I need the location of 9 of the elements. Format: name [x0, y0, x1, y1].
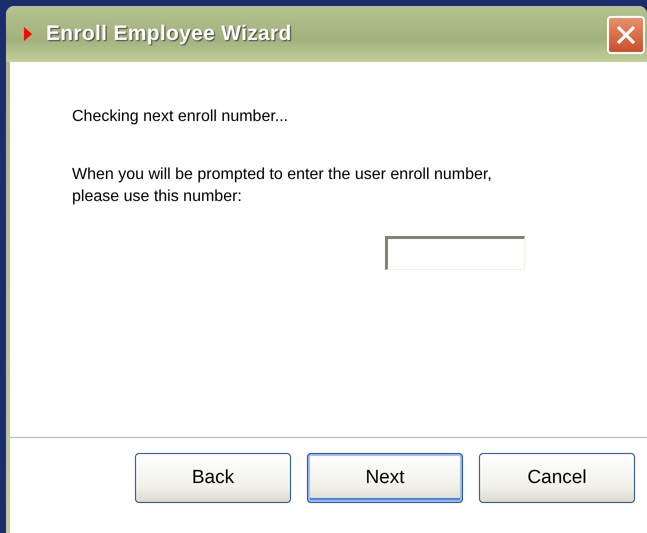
triangle-icon	[24, 27, 32, 41]
instruction-text: When you will be prompted to enter the user enroll number, please use this number:	[72, 165, 493, 207]
status-text: Checking next enroll number...	[72, 108, 290, 126]
wizard-button[interactable]: Next	[307, 453, 463, 503]
wizard-button[interactable]: Cancel	[479, 453, 635, 503]
close-icon[interactable]	[607, 16, 645, 54]
enroll-number-field[interactable]	[385, 236, 525, 270]
wizard-button[interactable]: Back	[135, 453, 291, 503]
window-title: Enroll Employee Wizard	[46, 22, 292, 46]
